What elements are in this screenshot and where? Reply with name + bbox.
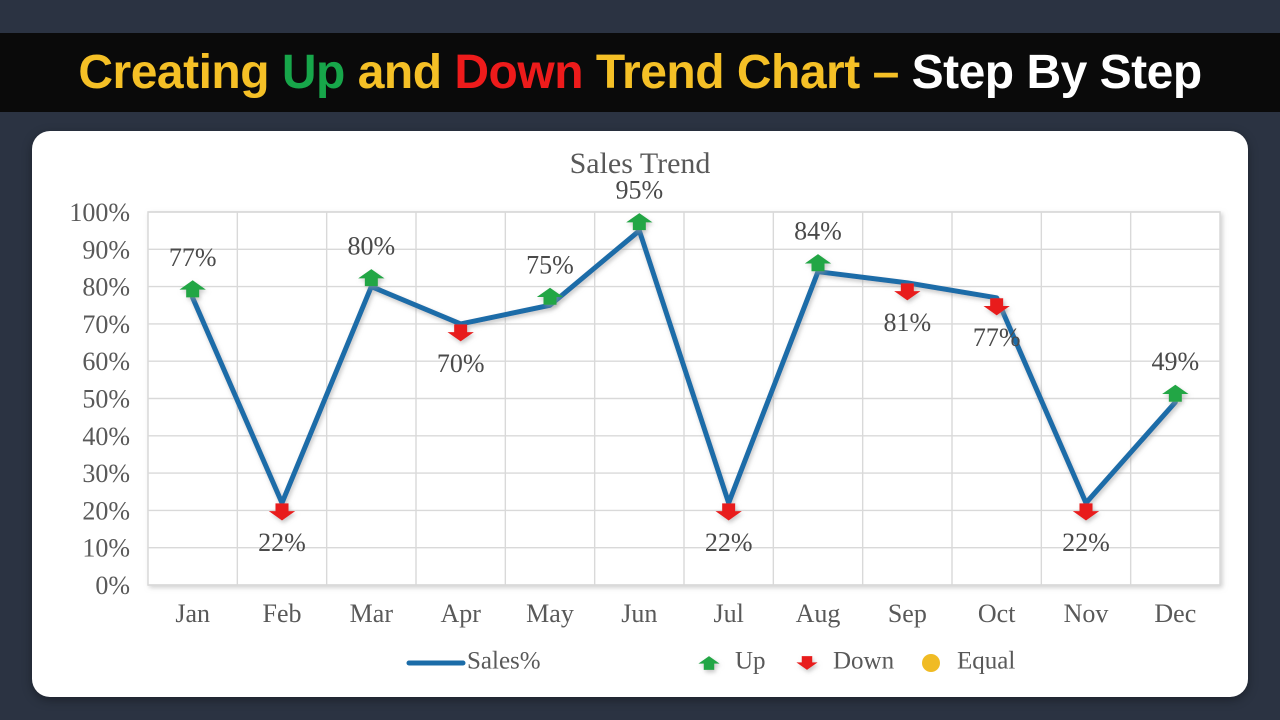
x-tick-Oct: Oct — [978, 599, 1016, 628]
legend-label-equal: Equal — [957, 648, 1015, 675]
data-label-Mar: 80% — [347, 232, 395, 261]
legend-item-sales[interactable]: Sales% — [406, 648, 541, 675]
banner-segment-3: Down — [454, 45, 584, 99]
y-tick-10%: 10% — [82, 534, 130, 563]
x-tick-Mar: Mar — [350, 599, 394, 628]
data-label-Oct: 77% — [973, 323, 1021, 352]
banner-segment-4: Trend Chart — [583, 45, 873, 99]
y-tick-20%: 20% — [82, 496, 130, 525]
y-tick-60%: 60% — [82, 347, 130, 376]
x-tick-Jul: Jul — [713, 599, 743, 628]
legend-label-sales: Sales% — [467, 648, 541, 675]
legend-equal-circle-icon — [922, 654, 940, 672]
data-label-May: 75% — [526, 250, 574, 279]
y-tick-80%: 80% — [82, 273, 130, 302]
data-label-Aug: 84% — [794, 217, 842, 246]
sales-trend-chart: 0% 10% 20% 30% 40% 50% 60% 70% 80% 90% 100% Jan Feb… — [69, 176, 1221, 675]
plot-area — [147, 211, 1221, 586]
chart-legend: Sales% Up Down Equal — [406, 648, 1015, 675]
x-tick-Dec: Dec — [1154, 599, 1196, 628]
legend-label-up: Up — [735, 648, 766, 675]
data-label-Nov: 22% — [1062, 528, 1110, 557]
banner-segment-5: – — [872, 45, 912, 99]
y-tick-90%: 90% — [82, 235, 130, 264]
y-axis-labels: 0% 10% 20% 30% 40% 50% 60% 70% 80% 90% 100% — [69, 198, 130, 600]
banner-title: Creating Up and Down Trend Chart – Step … — [78, 45, 1203, 99]
x-tick-Apr: Apr — [440, 599, 481, 628]
page-banner: Creating Up and Down Trend Chart – Step … — [0, 33, 1280, 112]
chart-card: Sales Trend 0% 10% 20% 30% 40% 50% 60% 70% 80% 90… — [32, 131, 1248, 697]
data-label-Jul: 22% — [705, 528, 753, 557]
legend-item-equal[interactable]: Equal — [922, 648, 1015, 675]
x-axis-labels: Jan Feb Mar Apr May Jun Jul Aug Sep Oct Nov Dec — [175, 599, 1196, 628]
banner-segment-2: and — [344, 45, 455, 99]
y-tick-70%: 70% — [82, 310, 130, 339]
y-tick-40%: 40% — [82, 422, 130, 451]
x-tick-Aug: Aug — [796, 599, 841, 628]
y-tick-50%: 50% — [82, 385, 130, 414]
x-tick-Feb: Feb — [263, 599, 302, 628]
banner-segment-0: Creating — [78, 45, 282, 99]
x-tick-Jun: Jun — [621, 599, 657, 628]
x-tick-Jan: Jan — [175, 599, 210, 628]
data-label-Jun: 95% — [615, 176, 663, 205]
y-tick-0%: 0% — [95, 571, 130, 600]
banner-segment-6: Step By Step — [911, 45, 1203, 99]
data-label-Jan: 77% — [169, 243, 217, 272]
screenshot-root: Creating Up and Down Trend Chart – Step … — [0, 0, 1280, 720]
data-label-Apr: 70% — [437, 349, 485, 378]
data-label-Sep: 81% — [883, 308, 931, 337]
y-tick-30%: 30% — [82, 459, 130, 488]
legend-label-down: Down — [833, 648, 895, 675]
legend-item-down[interactable]: Down — [796, 648, 895, 675]
y-tick-100%: 100% — [69, 198, 130, 227]
banner-segment-1: Up — [281, 45, 345, 99]
x-tick-Nov: Nov — [1064, 599, 1109, 628]
legend-item-up[interactable]: Up — [698, 648, 766, 675]
x-tick-May: May — [526, 599, 574, 628]
legend-down-arrow-icon — [796, 656, 818, 670]
data-label-Feb: 22% — [258, 528, 306, 557]
legend-up-arrow-icon — [698, 656, 720, 670]
data-label-Dec: 49% — [1151, 347, 1199, 376]
x-tick-Sep: Sep — [888, 599, 927, 628]
